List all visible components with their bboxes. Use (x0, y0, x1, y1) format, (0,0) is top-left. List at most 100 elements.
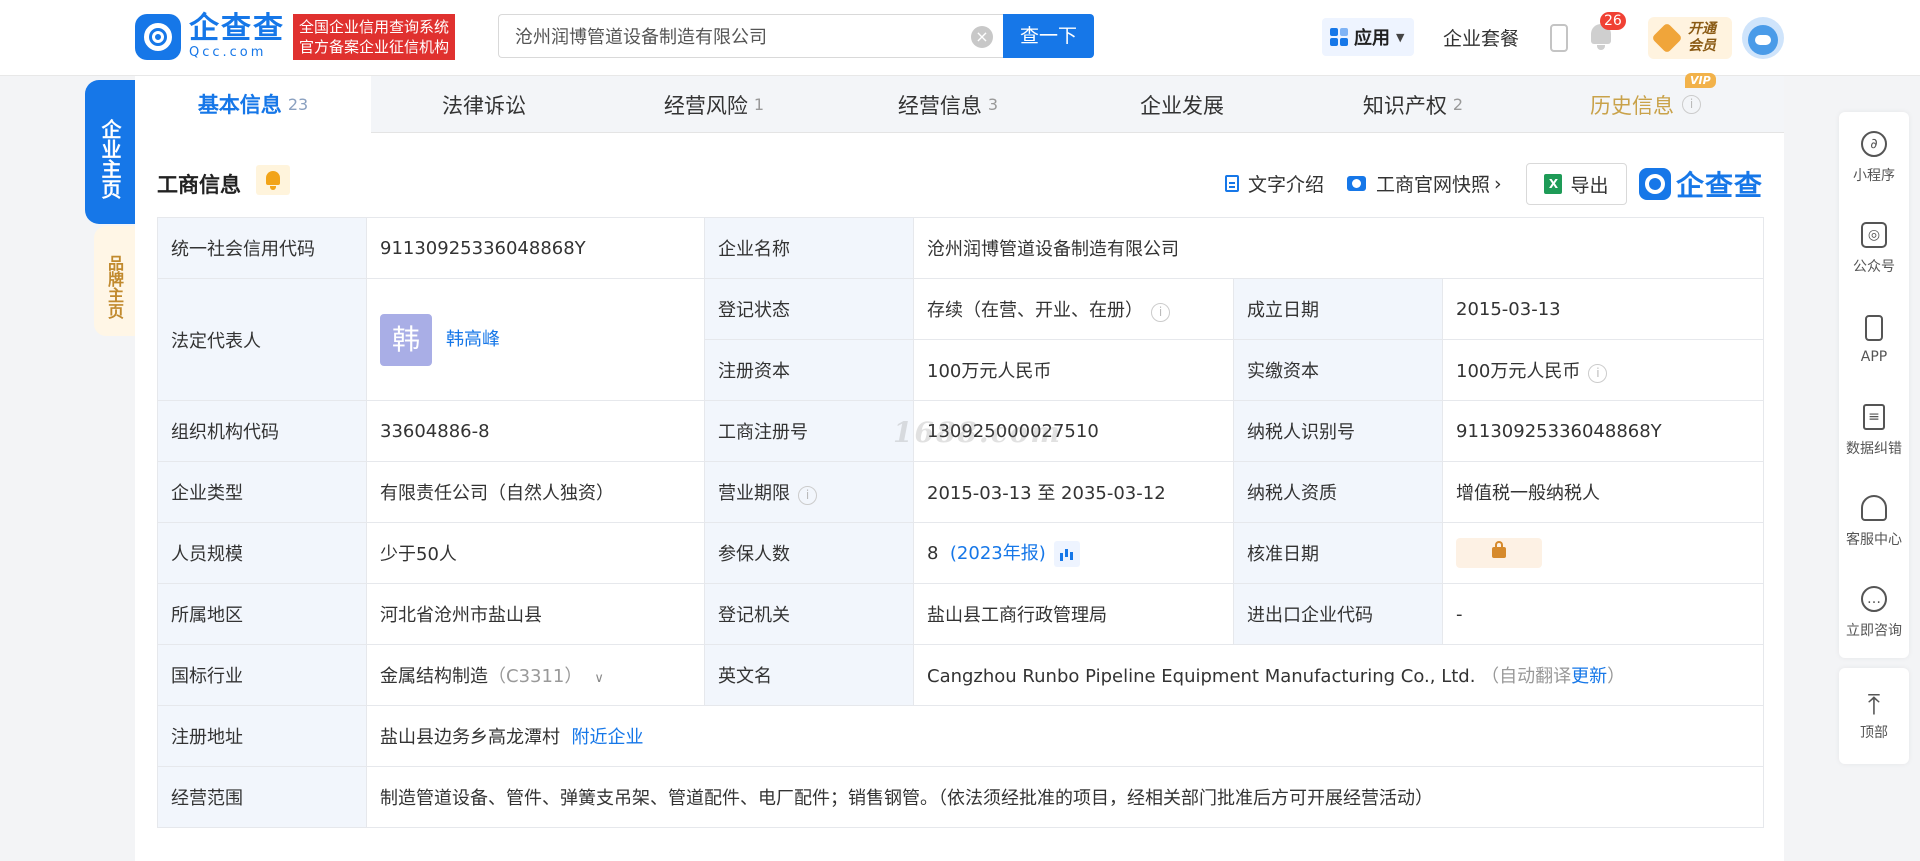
credit-code-value: 91130925336048868Y (366, 217, 705, 279)
taxpayer-id-value: 91130925336048868Y (1442, 400, 1764, 462)
notification-count-badge: 26 (1600, 12, 1626, 30)
tab-basic-info[interactable]: 基本信息 23 (135, 76, 371, 133)
legal-rep-cell: 韩韩高峰 (366, 278, 705, 401)
clear-icon[interactable]: × (971, 26, 993, 48)
chevron-down-icon[interactable]: ∨ (594, 671, 604, 686)
table-row: 经营范围 制造管道设备、管件、弹簧支吊架、管道配件、电厂配件；销售钢管。（依法须… (157, 766, 1764, 828)
info-icon[interactable]: i (1151, 303, 1170, 322)
tab-label: 基本信息 (197, 93, 282, 117)
table-label: 纳税人资质 (1233, 461, 1443, 523)
authority-value: 盐山县工商行政管理局 (913, 583, 1234, 645)
app-menu-label: 应用 (1354, 28, 1390, 49)
tab-operational-risk[interactable]: 经营风险 1 (597, 76, 831, 133)
tab-count: 3 (987, 95, 999, 114)
brand-home-tab[interactable]: 品牌主页 (94, 226, 135, 336)
app-download-button[interactable]: APP (1839, 294, 1909, 385)
tab-development[interactable]: 企业发展 (1065, 76, 1299, 133)
table-label: 国标行业 (157, 644, 367, 706)
nearby-companies-link[interactable]: 附近企业 (571, 727, 643, 748)
edit-document-icon: ≡ (1863, 403, 1885, 430)
open-vip-button[interactable]: 开通 会员 (1648, 17, 1732, 59)
table-label: 成立日期 (1233, 278, 1443, 340)
vip-locked-value[interactable] (1456, 538, 1542, 568)
tab-history[interactable]: VIP 历史信息 i (1527, 73, 1764, 133)
tab-business-info[interactable]: 经营信息 3 (831, 76, 1065, 133)
annual-report-link[interactable]: (2023年报) (950, 543, 1046, 564)
table-row: 统一社会信用代码 91130925336048868Y 企业名称 沧州润博管道设… (157, 217, 1764, 279)
legal-rep-link[interactable]: 韩高峰 (446, 329, 500, 350)
brand-text: 企查查 (1676, 169, 1764, 202)
customer-service-button[interactable]: 客服中心 (1839, 476, 1909, 567)
industry-cell[interactable]: 金属结构制造（C3311） ∨ (366, 644, 705, 706)
qcc-logo-icon (1639, 168, 1671, 200)
search-input[interactable] (515, 15, 955, 57)
info-icon[interactable]: i (798, 486, 817, 505)
data-correction-button[interactable]: ≡ 数据纠错 (1839, 385, 1909, 476)
vip-line-1: 开通 (1688, 21, 1716, 37)
rail-label: APP (1860, 348, 1888, 365)
table-label: 英文名 (704, 644, 914, 706)
export-label: 导出 (1570, 174, 1609, 197)
tab-count: 23 (287, 94, 309, 114)
rail-label: 公众号 (1853, 258, 1895, 275)
official-account-button[interactable]: ◎ 公众号 (1839, 203, 1909, 294)
phone-icon (1865, 314, 1883, 341)
status-cell: 存续（在营、开业、在册） i (913, 278, 1234, 340)
reg-capital-value: 100万元人民币 (913, 339, 1234, 401)
tab-label: 法律诉讼 (442, 93, 526, 118)
excel-icon: X (1544, 174, 1563, 194)
app-menu-button[interactable]: 应用 ▼ (1322, 18, 1414, 56)
update-link[interactable]: 更新 (1571, 666, 1607, 687)
snapshot-label: 工商官网快照 (1376, 174, 1491, 196)
info-icon[interactable]: i (1588, 364, 1608, 383)
consult-now-button[interactable]: … 立即咨询 (1839, 567, 1909, 658)
business-info-table: 统一社会信用代码 91130925336048868Y 企业名称 沧州润博管道设… (157, 217, 1764, 828)
search-box: × (498, 14, 1003, 58)
qcc-brand-logo: 企查查 (1639, 164, 1763, 204)
export-button[interactable]: X 导出 (1526, 163, 1627, 205)
table-label: 实缴资本 (1233, 339, 1443, 401)
table-label: 企业名称 (704, 217, 914, 279)
table-row: 人员规模 少于50人 参保人数 8 (2023年报) 核准日期 (157, 522, 1764, 584)
caret-down-icon: ▼ (1396, 30, 1405, 44)
tab-ip[interactable]: 知识产权 2 (1299, 76, 1527, 133)
company-home-tab[interactable]: 企业主页 (85, 80, 135, 224)
user-avatar[interactable] (1742, 17, 1784, 59)
enterprise-package-link[interactable]: 企业套餐 (1443, 24, 1519, 51)
apps-grid-icon (1330, 28, 1348, 46)
info-icon[interactable]: i (1682, 95, 1701, 114)
tab-label: 企业发展 (1140, 93, 1224, 118)
mobile-phone-icon[interactable] (1550, 24, 1568, 52)
rail-label: 顶部 (1860, 725, 1888, 741)
rail-label: 小程序 (1853, 167, 1895, 184)
mini-program-button[interactable]: ∂ 小程序 (1839, 112, 1909, 203)
table-label: 注册资本 (704, 339, 914, 401)
status-value: 存续（在营、开业、在册） (927, 300, 1143, 321)
subscribe-bell-icon[interactable] (256, 165, 290, 195)
site-logo[interactable]: 企查查 Qcc.com 全国企业信用查询系统 官方备案企业征信机构 (135, 14, 456, 60)
table-label: 企业类型 (157, 461, 367, 523)
official-snapshot-button[interactable]: 工商官网快照 › (1347, 170, 1502, 197)
industry-value: 金属结构制造 (380, 666, 488, 687)
text-intro-label: 文字介绍 (1248, 174, 1325, 196)
logo-en-text: Qcc.com (189, 45, 267, 60)
paid-capital-cell: 100万元人民币 i (1442, 339, 1764, 401)
badge-line-1: 全国企业信用查询系统 (299, 18, 450, 36)
lock-icon (1492, 541, 1506, 558)
close-paren: ） (1607, 666, 1626, 687)
term-value: 2015-03-13 至 2035-03-12 (913, 461, 1234, 523)
paid-capital-value: 100万元人民币 (1456, 361, 1581, 382)
table-label: 工商注册号 (704, 400, 914, 462)
trend-chart-icon[interactable] (1053, 541, 1080, 567)
document-icon (1225, 175, 1239, 192)
top-bar: 企查查 Qcc.com 全国企业信用查询系统 官方备案企业征信机构 × 查一下 … (0, 0, 1920, 76)
company-info-card: 基本信息 23 法律诉讼 经营风险 1 经营信息 3 企业发展 知识产权 2 VIP 历… (135, 73, 1784, 861)
text-intro-button[interactable]: 文字介绍 (1225, 170, 1324, 197)
back-to-top-button[interactable]: ⤒ 顶部 (1839, 668, 1909, 764)
search-button[interactable]: 查一下 (1003, 14, 1094, 58)
table-label: 所属地区 (157, 583, 367, 645)
english-name-value: Cangzhou Runbo Pipeline Equipment Manufa… (927, 666, 1476, 687)
tab-label: 经营风险 (663, 93, 748, 118)
tab-legal[interactable]: 法律诉讼 (371, 76, 597, 133)
arrow-up-icon: ⤒ (1867, 688, 1881, 721)
